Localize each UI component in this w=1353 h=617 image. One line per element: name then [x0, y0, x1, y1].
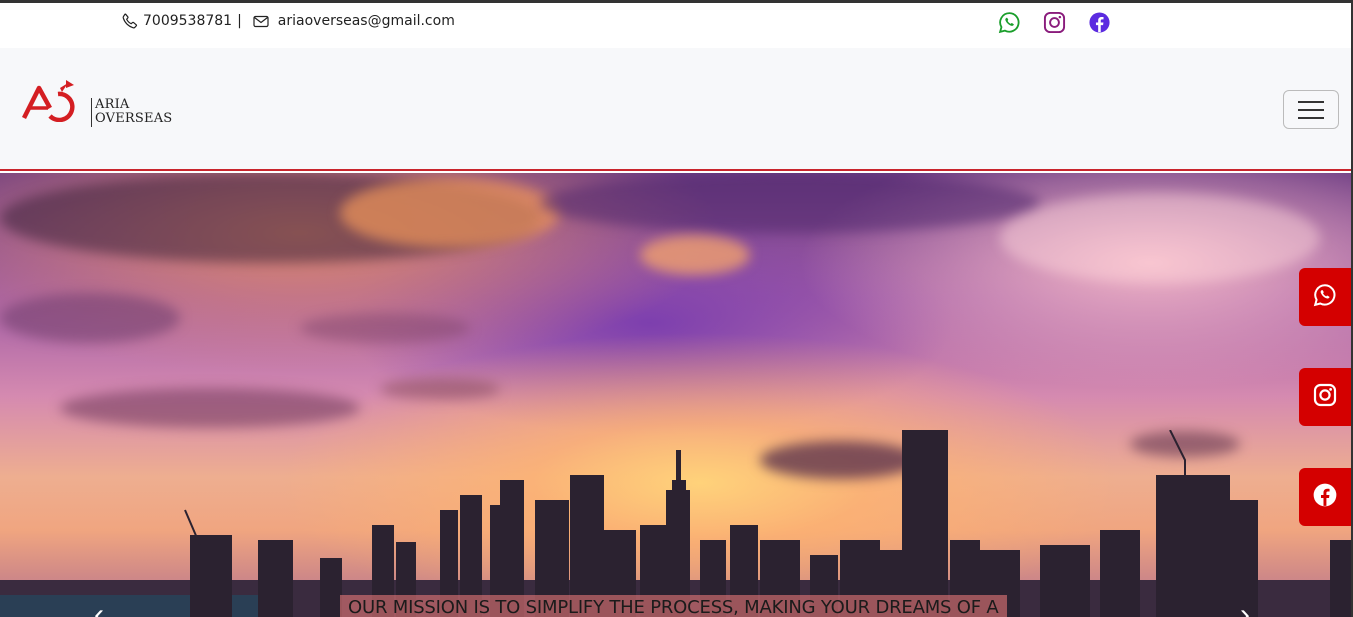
brand-name: ARIA OVERSEAS — [91, 98, 172, 127]
carousel-prev-icon[interactable]: ‹ — [94, 600, 104, 617]
top-contact-bar: 7009538781 | ariaoverseas@gmail.com — [0, 3, 1351, 48]
logo-mark-icon — [21, 78, 88, 127]
floating-facebook-button[interactable] — [1299, 468, 1351, 526]
brand-line-2: OVERSEAS — [95, 111, 173, 126]
cloud — [540, 173, 1040, 233]
hero-caption: OUR MISSION IS TO SIMPLIFY THE PROCESS, … — [340, 595, 1007, 617]
hamburger-bar — [1298, 108, 1324, 111]
brand-logo[interactable]: ARIA OVERSEAS — [21, 78, 172, 127]
phone-number[interactable]: 7009538781 — [143, 13, 232, 29]
hamburger-bar — [1298, 100, 1324, 103]
city-skyline — [0, 430, 1351, 617]
phone-icon — [122, 13, 138, 29]
contact-info: 7009538781 | ariaoverseas@gmail.com — [122, 13, 455, 29]
instagram-icon — [1313, 383, 1337, 412]
envelope-icon — [253, 15, 269, 28]
cloud — [60, 388, 360, 428]
facebook-icon[interactable] — [1088, 11, 1111, 34]
cloud — [1000, 193, 1320, 283]
cloud — [340, 178, 560, 248]
email-link[interactable]: ariaoverseas@gmail.com — [278, 13, 455, 29]
instagram-icon[interactable] — [1043, 11, 1066, 34]
main-navbar: ARIA OVERSEAS — [0, 48, 1351, 171]
top-social-links — [998, 11, 1111, 34]
hamburger-bar — [1298, 116, 1324, 119]
carousel-next-icon[interactable]: › — [1240, 600, 1250, 617]
cloud — [380, 378, 500, 400]
hero-carousel: OUR MISSION IS TO SIMPLIFY THE PROCESS, … — [0, 173, 1351, 617]
brand-line-1: ARIA — [95, 97, 130, 112]
cloud — [300, 313, 470, 343]
facebook-icon — [1312, 482, 1338, 513]
cloud — [640, 235, 750, 275]
floating-whatsapp-button[interactable] — [1299, 268, 1351, 326]
whatsapp-icon[interactable] — [998, 11, 1021, 34]
separator: | — [237, 13, 242, 29]
cloud — [0, 293, 180, 343]
hamburger-menu-icon[interactable] — [1283, 90, 1339, 129]
floating-instagram-button[interactable] — [1299, 368, 1351, 426]
whatsapp-icon — [1313, 283, 1337, 312]
